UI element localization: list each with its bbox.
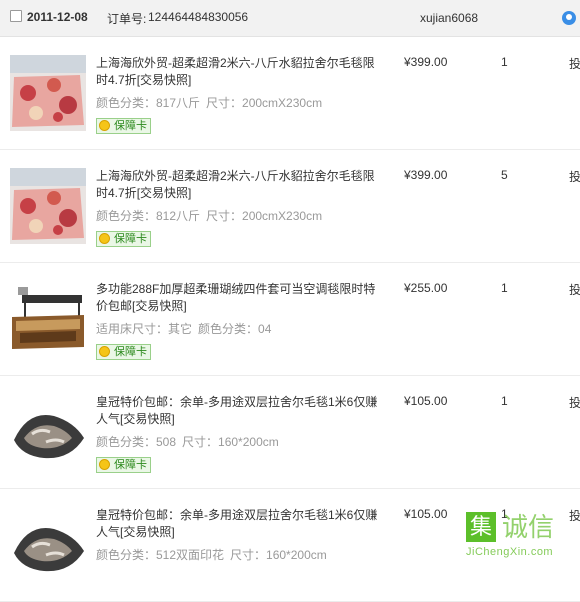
item-price: ¥105.00 (404, 394, 448, 408)
order-number-label: 订单号: (107, 12, 147, 26)
sku-attributes: 颜色分类：812八斤 尺寸：200cmX230cm (96, 209, 323, 223)
item-price: ¥399.00 (404, 168, 448, 182)
product-title[interactable]: 上海海欣外贸-超柔超滑2米六-八斤水貂拉舍尔毛毯限时4.7折[交易快照] (96, 168, 378, 202)
product-thumbnail[interactable] (10, 55, 86, 131)
snapshot-link[interactable]: [交易快照] (137, 186, 192, 200)
product-thumbnail[interactable] (10, 168, 86, 244)
item-quantity: 5 (501, 168, 508, 182)
coin-icon (99, 233, 110, 244)
snapshot-link[interactable]: [交易快照] (120, 412, 175, 426)
wangwang-chat-icon[interactable] (562, 11, 576, 25)
order-header: 2011-12-08 订单号: 124464484830056 xujian60… (0, 0, 580, 37)
product-title[interactable]: 皇冠特价包邮：余单-多用途双层拉舍尔毛毯1米6仅赚人气[交易快照] (96, 507, 378, 541)
complaint-link[interactable]: 投 (569, 168, 580, 185)
coin-icon (99, 346, 110, 357)
sku-attributes: 颜色分类：817八斤 尺寸：200cmX230cm (96, 96, 323, 110)
seller-name[interactable]: xujian6068 (420, 11, 478, 25)
coin-icon (99, 120, 110, 131)
sku-attributes: 适用床尺寸：其它 颜色分类：04 (96, 322, 272, 336)
product-title[interactable]: 皇冠特价包邮：余单-多用途双层拉舍尔毛毯1米6仅赚人气[交易快照] (96, 394, 378, 428)
product-title[interactable]: 上海海欣外贸-超柔超滑2米六-八斤水貂拉舍尔毛毯限时4.7折[交易快照] (96, 55, 378, 89)
site-watermark: 集 诚信 JiChengXin.com (462, 510, 580, 561)
complaint-link[interactable]: 投 (569, 55, 580, 72)
guarantee-card-badge[interactable]: 保障卡 (96, 118, 151, 134)
snapshot-link[interactable]: [交易快照] (137, 73, 192, 87)
item-quantity: 1 (501, 281, 508, 295)
coin-icon (99, 459, 110, 470)
order-date: 2011-12-08 (27, 10, 88, 24)
item-price: ¥105.00 (404, 507, 448, 521)
order-item: 皇冠特价包邮：余单-多用途双层拉舍尔毛毯1米6仅赚人气[交易快照] 颜色分类：5… (0, 376, 580, 489)
product-title[interactable]: 多功能288F加厚超柔珊瑚绒四件套可当空调毯限时特价包邮[交易快照] (96, 281, 378, 315)
product-thumbnail[interactable] (10, 281, 86, 357)
guarantee-card-badge[interactable]: 保障卡 (96, 457, 151, 473)
sku-attributes: 颜色分类：508 尺寸：160*200cm (96, 435, 279, 449)
item-price: ¥399.00 (404, 55, 448, 69)
guarantee-card-badge[interactable]: 保障卡 (96, 344, 151, 360)
order-item: 上海海欣外贸-超柔超滑2米六-八斤水貂拉舍尔毛毯限时4.7折[交易快照] 颜色分… (0, 37, 580, 150)
snapshot-link[interactable]: [交易快照] (120, 525, 175, 539)
watermark-logo-box: 集 (466, 512, 496, 542)
snapshot-link[interactable]: [交易快照] (132, 299, 187, 313)
item-quantity: 1 (501, 394, 508, 408)
order-number: 124464484830056 (148, 10, 249, 24)
product-thumbnail[interactable] (10, 394, 86, 470)
sku-attributes: 颜色分类：512双面印花 尺寸：160*200cm (96, 548, 327, 562)
watermark-domain-text: JiChengXin.com (466, 546, 554, 558)
product-thumbnail[interactable] (10, 507, 86, 583)
complaint-link[interactable]: 投 (569, 281, 580, 298)
order-item: 上海海欣外贸-超柔超滑2米六-八斤水貂拉舍尔毛毯限时4.7折[交易快照] 颜色分… (0, 150, 580, 263)
order-select-checkbox[interactable] (10, 10, 22, 22)
item-price: ¥255.00 (404, 281, 448, 295)
item-quantity: 1 (501, 55, 508, 69)
complaint-link[interactable]: 投 (569, 394, 580, 411)
guarantee-card-badge[interactable]: 保障卡 (96, 231, 151, 247)
watermark-chinese-text: 诚信 (502, 512, 555, 542)
order-item: 多功能288F加厚超柔珊瑚绒四件套可当空调毯限时特价包邮[交易快照] 适用床尺寸… (0, 263, 580, 376)
